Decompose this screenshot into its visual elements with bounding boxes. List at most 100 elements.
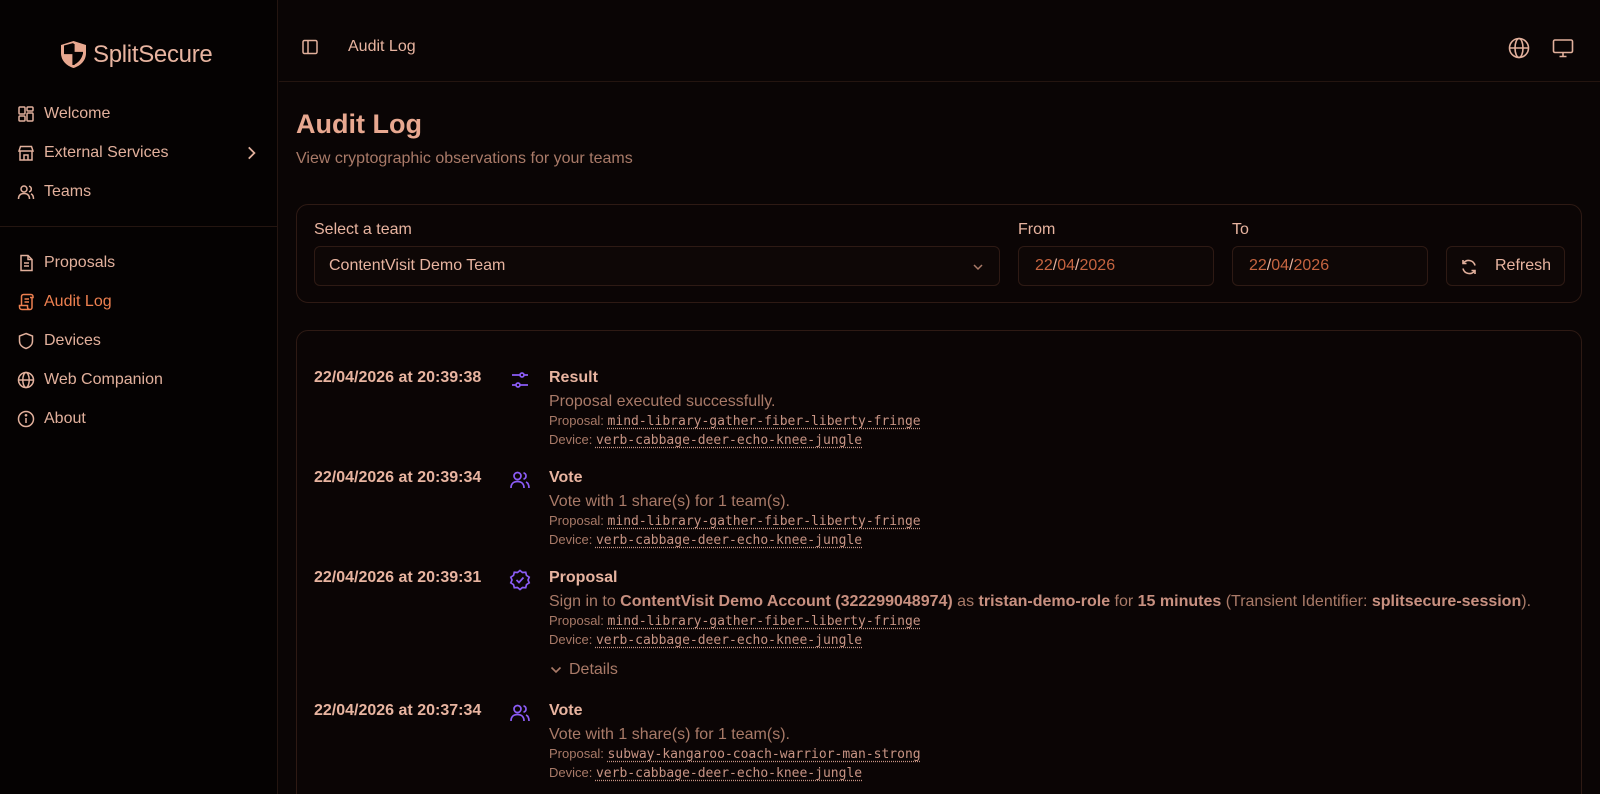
entry-proposal: Proposal: subway-kangaroo-coach-warrior-… bbox=[549, 746, 921, 762]
from-date-input[interactable]: 22/04/2026 bbox=[1018, 246, 1214, 286]
sidebar-item-about[interactable]: About bbox=[0, 399, 278, 438]
device-label: Device: bbox=[549, 765, 592, 780]
from-label: From bbox=[1018, 221, 1055, 239]
sidebar-item-external-services[interactable]: External Services bbox=[0, 133, 278, 172]
entry-description: Sign in to ContentVisit Demo Account (32… bbox=[549, 593, 1531, 611]
sidebar-item-label: About bbox=[44, 410, 86, 428]
sidebar-primary-nav: Welcome External Services Teams bbox=[0, 94, 278, 211]
page-subtitle: View cryptographic observations for your… bbox=[296, 150, 633, 168]
document-icon bbox=[17, 254, 35, 272]
sidebar-item-label: Devices bbox=[44, 332, 101, 350]
sidebar-item-label: Welcome bbox=[44, 105, 110, 123]
details-toggle[interactable]: Details bbox=[549, 661, 618, 679]
team-select-label: Select a team bbox=[314, 221, 412, 239]
proposal-link[interactable]: mind-library-gather-fiber-liberty-fringe bbox=[608, 414, 921, 429]
entry-type: Proposal bbox=[549, 569, 617, 587]
users-icon bbox=[509, 469, 531, 491]
dashboard-icon bbox=[17, 105, 35, 123]
refresh-label: Refresh bbox=[1495, 257, 1551, 275]
sidebar-toggle-icon[interactable] bbox=[301, 38, 319, 56]
entry-type: Result bbox=[549, 369, 598, 387]
to-year[interactable]: 2026 bbox=[1294, 257, 1330, 275]
entry-timestamp: 22/04/2026 at 20:39:31 bbox=[314, 569, 481, 587]
brand-logo[interactable]: SplitSecure bbox=[60, 40, 212, 69]
entry-device: Device: verb-cabbage-deer-echo-knee-jung… bbox=[549, 432, 862, 448]
proposal-link[interactable]: mind-library-gather-fiber-liberty-fringe bbox=[608, 614, 921, 629]
team-select-value: ContentVisit Demo Team bbox=[329, 257, 505, 275]
refresh-icon bbox=[1460, 258, 1478, 276]
proposal-link[interactable]: mind-library-gather-fiber-liberty-fringe bbox=[608, 514, 921, 529]
sidebar-item-devices[interactable]: Devices bbox=[0, 321, 278, 360]
proposal-link[interactable]: subway-kangaroo-coach-warrior-man-strong bbox=[608, 747, 921, 762]
entry-type: Vote bbox=[549, 469, 582, 487]
sidebar-secondary-nav: Proposals Audit Log Devices Web Companio… bbox=[0, 243, 278, 438]
sidebar-item-welcome[interactable]: Welcome bbox=[0, 94, 278, 133]
entry-timestamp: 22/04/2026 at 20:37:34 bbox=[314, 702, 481, 720]
device-link[interactable]: verb-cabbage-deer-echo-knee-jungle bbox=[596, 766, 862, 781]
entry-type: Vote bbox=[549, 702, 582, 720]
team-select[interactable]: ContentVisit Demo Team bbox=[314, 246, 1000, 286]
entry-device: Device: verb-cabbage-deer-echo-knee-jung… bbox=[549, 765, 862, 781]
from-month[interactable]: 04 bbox=[1057, 257, 1075, 275]
device-link[interactable]: verb-cabbage-deer-echo-knee-jungle bbox=[596, 433, 862, 448]
entry-timestamp: 22/04/2026 at 20:39:38 bbox=[314, 369, 481, 387]
details-label: Details bbox=[569, 661, 618, 679]
chevron-right-icon bbox=[242, 144, 260, 162]
proposal-label: Proposal: bbox=[549, 513, 604, 528]
audit-log-list: 22/04/2026 at 20:39:38 Result Proposal e… bbox=[296, 330, 1582, 794]
sidebar-item-label: Web Companion bbox=[44, 371, 163, 389]
monitor-icon[interactable] bbox=[1552, 37, 1574, 59]
sidebar-item-label: Proposals bbox=[44, 254, 115, 272]
proposal-label: Proposal: bbox=[549, 746, 604, 761]
to-label: To bbox=[1232, 221, 1249, 239]
filters-card: Select a team ContentVisit Demo Team Fro… bbox=[296, 204, 1582, 303]
from-year[interactable]: 2026 bbox=[1080, 257, 1116, 275]
sidebar-item-label: Audit Log bbox=[44, 293, 112, 311]
entry-description: Vote with 1 share(s) for 1 team(s). bbox=[549, 726, 790, 744]
language-globe-icon[interactable] bbox=[1508, 37, 1530, 59]
transient-identifier: splitsecure-session bbox=[1372, 593, 1521, 610]
shield-icon bbox=[17, 332, 35, 350]
chevron-down-icon bbox=[971, 260, 985, 274]
entry-timestamp: 22/04/2026 at 20:39:34 bbox=[314, 469, 481, 487]
to-month[interactable]: 04 bbox=[1271, 257, 1289, 275]
info-icon bbox=[17, 410, 35, 428]
entry-device: Device: verb-cabbage-deer-echo-knee-jung… bbox=[549, 532, 862, 548]
sidebar: SplitSecure Welcome External Services Te… bbox=[0, 0, 278, 794]
to-date-input[interactable]: 22/04/2026 bbox=[1232, 246, 1428, 286]
sidebar-divider bbox=[0, 226, 278, 227]
device-link[interactable]: verb-cabbage-deer-echo-knee-jungle bbox=[596, 533, 862, 548]
brand-name: SplitSecure bbox=[93, 41, 212, 69]
sidebar-item-label: Teams bbox=[44, 183, 91, 201]
entry-device: Device: verb-cabbage-deer-echo-knee-jung… bbox=[549, 632, 862, 648]
sidebar-item-audit-log[interactable]: Audit Log bbox=[0, 282, 278, 321]
top-bar: Audit Log bbox=[279, 0, 1600, 82]
device-label: Device: bbox=[549, 532, 592, 547]
refresh-button[interactable]: Refresh bbox=[1446, 246, 1565, 286]
role-name: tristan-demo-role bbox=[979, 593, 1111, 610]
scroll-icon bbox=[17, 293, 35, 311]
users-icon bbox=[17, 183, 35, 201]
sliders-icon bbox=[509, 369, 531, 391]
sidebar-item-proposals[interactable]: Proposals bbox=[0, 243, 278, 282]
shield-logo-icon bbox=[60, 40, 87, 69]
from-day[interactable]: 22 bbox=[1035, 257, 1053, 275]
store-icon bbox=[17, 144, 35, 162]
entry-proposal: Proposal: mind-library-gather-fiber-libe… bbox=[549, 613, 921, 629]
breadcrumb: Audit Log bbox=[348, 38, 416, 56]
to-day[interactable]: 22 bbox=[1249, 257, 1267, 275]
account-name: ContentVisit Demo Account (322299048974) bbox=[620, 593, 953, 610]
proposal-label: Proposal: bbox=[549, 413, 604, 428]
users-icon bbox=[509, 702, 531, 724]
device-link[interactable]: verb-cabbage-deer-echo-knee-jungle bbox=[596, 633, 862, 648]
sidebar-item-web-companion[interactable]: Web Companion bbox=[0, 360, 278, 399]
page-title: Audit Log bbox=[296, 109, 422, 140]
duration: 15 minutes bbox=[1138, 593, 1222, 610]
device-label: Device: bbox=[549, 632, 592, 647]
entry-proposal: Proposal: mind-library-gather-fiber-libe… bbox=[549, 513, 921, 529]
sidebar-item-teams[interactable]: Teams bbox=[0, 172, 278, 211]
chevron-down-icon bbox=[549, 663, 563, 677]
badge-check-icon bbox=[509, 569, 531, 591]
proposal-label: Proposal: bbox=[549, 613, 604, 628]
entry-description: Vote with 1 share(s) for 1 team(s). bbox=[549, 493, 790, 511]
